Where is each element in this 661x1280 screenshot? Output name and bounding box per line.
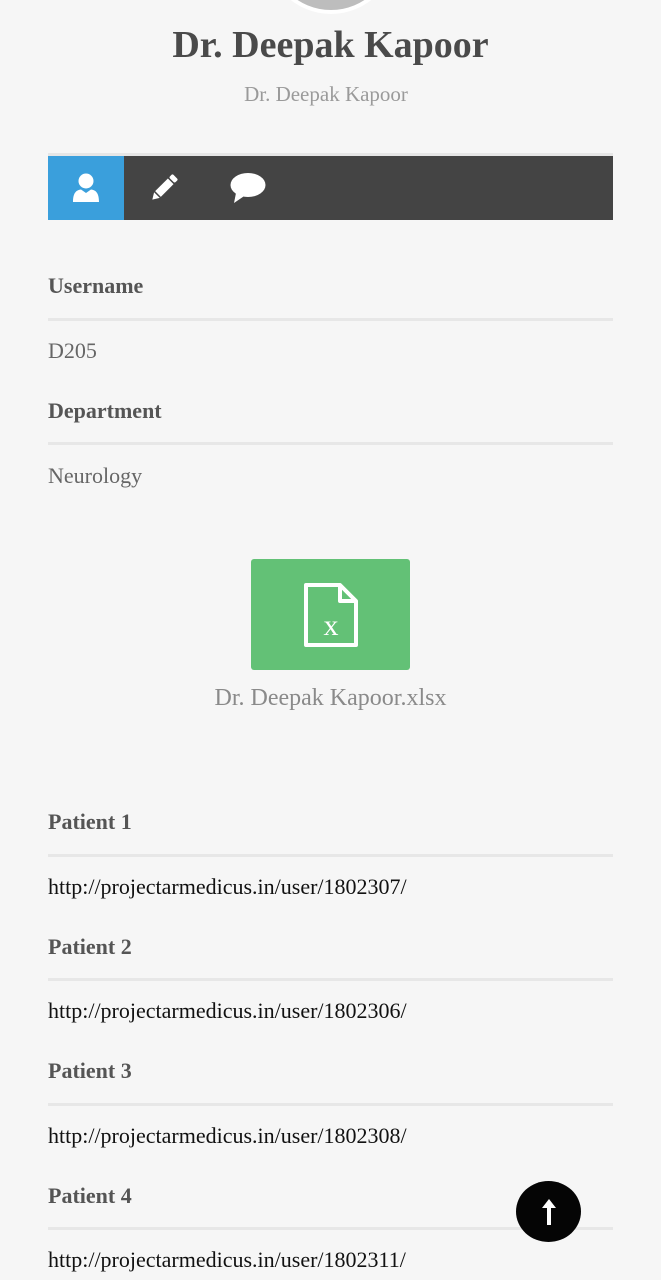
profile-tab-bar: [48, 153, 613, 220]
patient-link[interactable]: http://projectarmedicus.in/user/1802308/: [48, 1122, 407, 1150]
divider: [48, 318, 613, 321]
divider: [48, 854, 613, 857]
patient-link[interactable]: http://projectarmedicus.in/user/1802307/: [48, 873, 407, 901]
avatar: [266, 0, 396, 14]
excel-file-icon: x: [303, 582, 358, 647]
patient-link[interactable]: http://projectarmedicus.in/user/1802306/: [48, 997, 407, 1025]
excel-file-download[interactable]: x: [251, 559, 410, 670]
arrow-up-icon: [541, 1198, 556, 1225]
profile-name: Dr. Deepak Kapoor: [172, 24, 489, 66]
comment-icon: [230, 173, 266, 203]
pencil-icon: [152, 174, 178, 200]
file-name[interactable]: Dr. Deepak Kapoor.xlsx: [0, 683, 661, 713]
tab-comments[interactable]: [204, 156, 292, 220]
profile-subtitle: Dr. Deepak Kapoor: [244, 82, 408, 106]
patient-label: Patient 3: [48, 1058, 132, 1083]
patient-label: Patient 4: [48, 1183, 132, 1208]
department-value: Neurology: [48, 463, 143, 488]
department-label: Department: [48, 398, 162, 423]
scroll-to-top-button[interactable]: [516, 1181, 581, 1242]
username-value: D205: [48, 338, 97, 363]
patient-label: Patient 2: [48, 934, 132, 959]
tab-edit[interactable]: [124, 156, 204, 220]
svg-text:x: x: [323, 609, 338, 642]
divider: [48, 442, 613, 445]
patient-link[interactable]: http://projectarmedicus.in/user/1802311/: [48, 1246, 406, 1274]
user-icon: [73, 173, 99, 202]
divider: [48, 1103, 613, 1106]
username-label: Username: [48, 273, 144, 298]
tab-profile[interactable]: [48, 156, 124, 220]
patient-label: Patient 1: [48, 809, 132, 834]
divider: [48, 978, 613, 981]
profile-page: Dr. Deepak Kapoor Dr. Deepak Kapoor User…: [0, 0, 661, 1280]
